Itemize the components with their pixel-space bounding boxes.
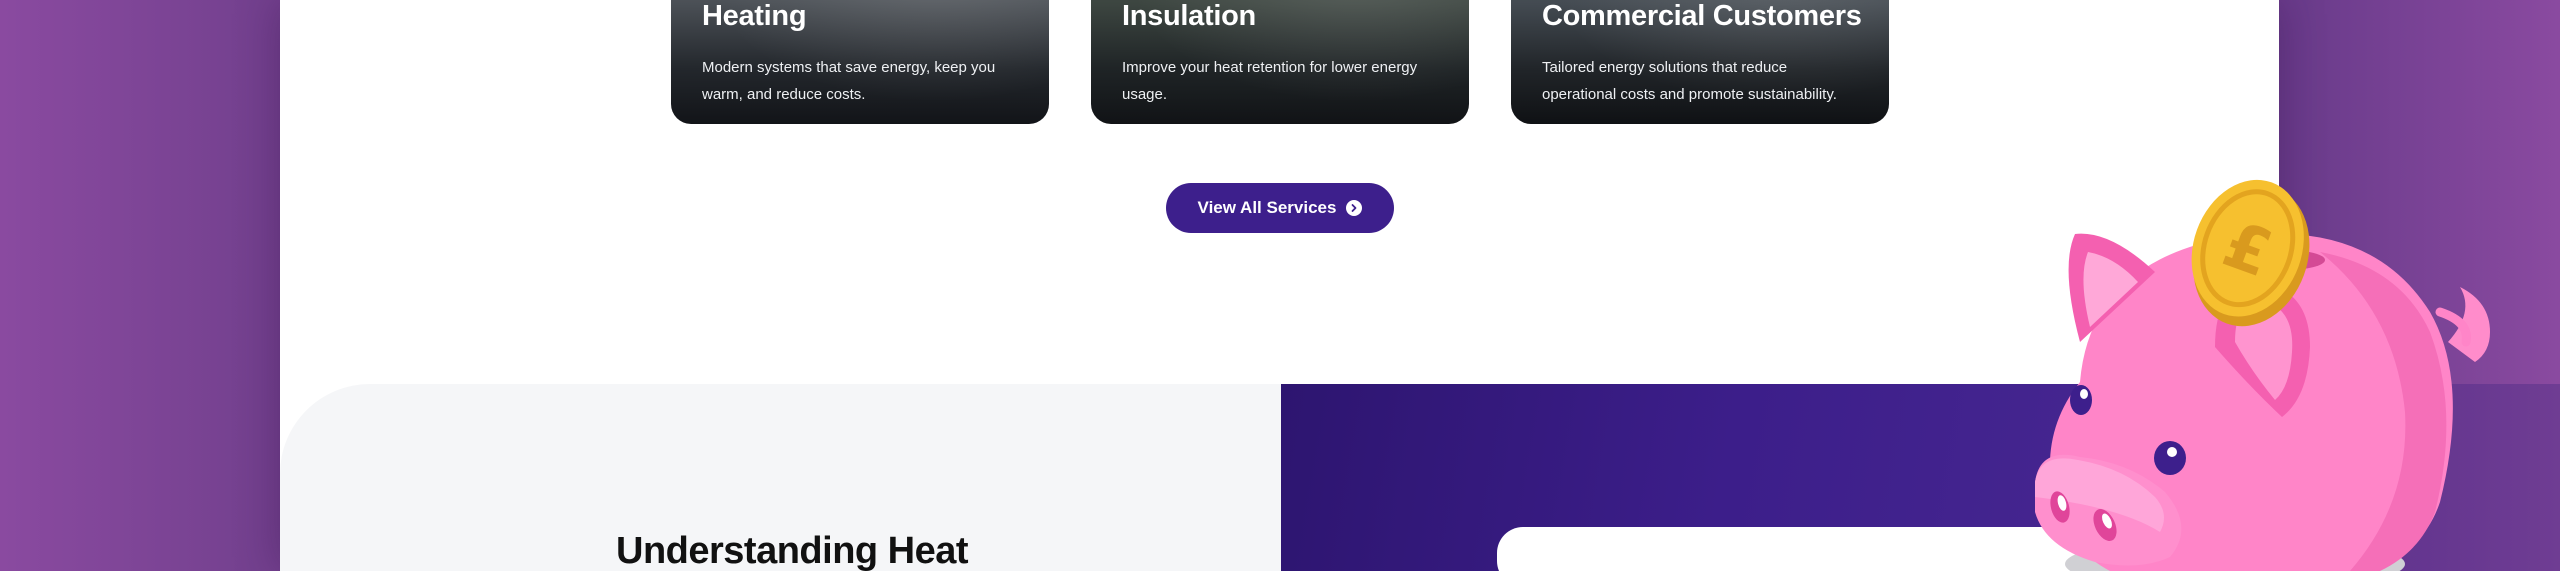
main-page: Heating Modern systems that save energy,… xyxy=(280,0,2279,571)
service-card-description: Improve your heat retention for lower en… xyxy=(1122,59,1418,103)
service-card-insulation[interactable]: Insulation Improve your heat retention f… xyxy=(1091,0,1469,124)
arrow-right-circle-icon xyxy=(1346,200,1363,216)
service-card-description: Modern systems that save energy, keep yo… xyxy=(702,59,996,103)
view-all-services-button[interactable]: View All Services xyxy=(1166,183,1394,233)
service-card-description: Tailored energy solutions that reduce op… xyxy=(1542,59,1837,103)
service-card-title: Commercial Customers xyxy=(1542,0,1862,32)
section-heading: Understanding Heat xyxy=(616,530,969,571)
service-card-title: Heating xyxy=(702,0,807,32)
piggy-bank-icon: £ xyxy=(2035,179,2490,571)
service-card-commercial-customers[interactable]: Commercial Customers Tailored energy sol… xyxy=(1511,0,1889,124)
service-card-heating[interactable]: Heating Modern systems that save energy,… xyxy=(671,0,1049,124)
service-card-title: Insulation xyxy=(1122,0,1256,32)
view-all-services-label: View All Services xyxy=(1197,198,1337,217)
promo-content-box xyxy=(1497,527,2097,571)
